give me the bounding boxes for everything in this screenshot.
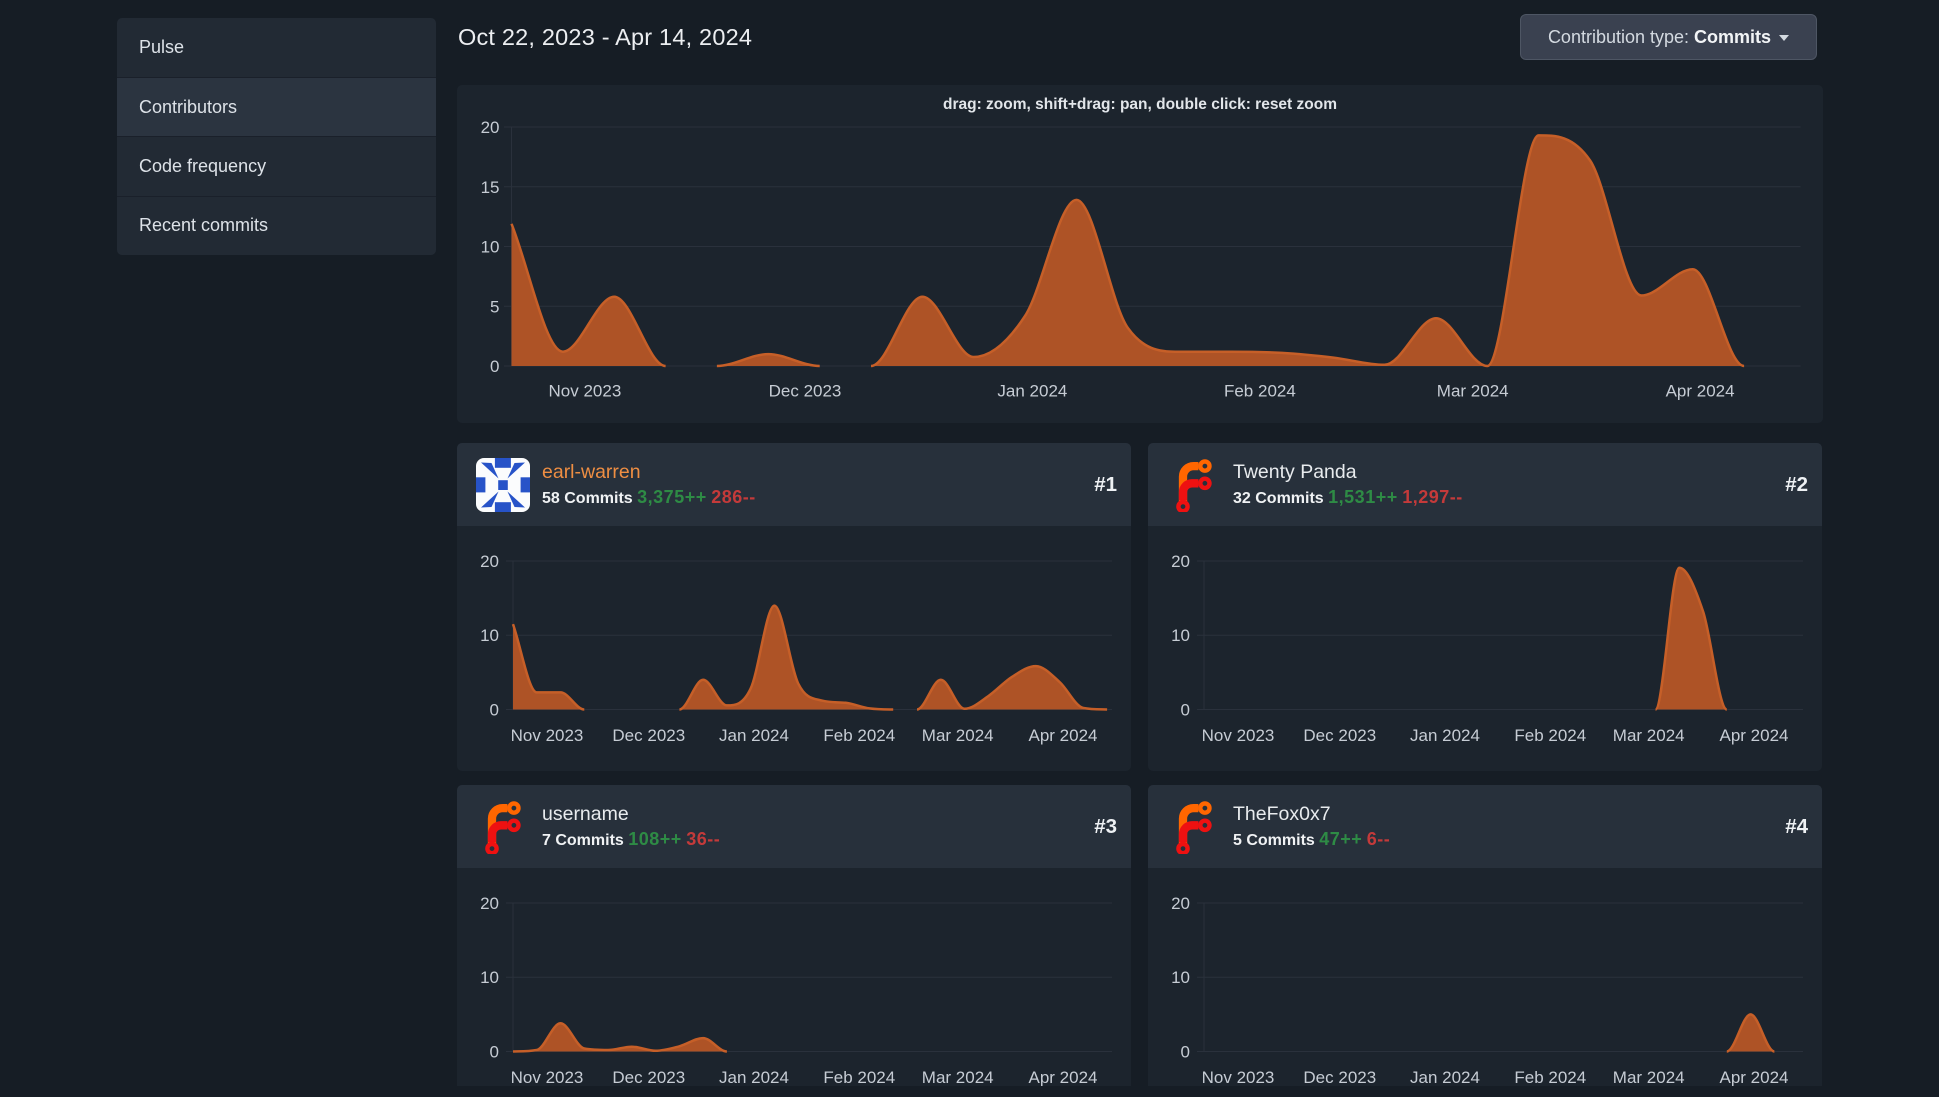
svg-text:15: 15 <box>481 178 500 197</box>
svg-text:10: 10 <box>1171 626 1190 645</box>
svg-text:0: 0 <box>1181 701 1190 720</box>
svg-text:Apr 2024: Apr 2024 <box>1720 1068 1789 1086</box>
svg-text:Jan 2024: Jan 2024 <box>997 382 1067 401</box>
svg-text:10: 10 <box>1171 968 1190 987</box>
svg-text:20: 20 <box>1171 894 1190 913</box>
svg-text:Dec 2023: Dec 2023 <box>1303 1068 1376 1086</box>
svg-text:0: 0 <box>1181 1043 1190 1062</box>
svg-text:20: 20 <box>480 552 499 571</box>
svg-text:Dec 2023: Dec 2023 <box>612 1068 685 1086</box>
svg-text:Feb 2024: Feb 2024 <box>1514 726 1586 745</box>
svg-text:Mar 2024: Mar 2024 <box>1437 382 1509 401</box>
svg-text:Mar 2024: Mar 2024 <box>922 1068 994 1086</box>
svg-text:0: 0 <box>490 1043 499 1062</box>
svg-text:Nov 2023: Nov 2023 <box>511 1068 584 1086</box>
svg-text:Nov 2023: Nov 2023 <box>1202 726 1275 745</box>
svg-text:20: 20 <box>481 118 500 137</box>
svg-text:Nov 2023: Nov 2023 <box>549 382 622 401</box>
svg-text:Apr 2024: Apr 2024 <box>1029 726 1098 745</box>
svg-text:Apr 2024: Apr 2024 <box>1720 726 1789 745</box>
svg-text:Mar 2024: Mar 2024 <box>1613 726 1685 745</box>
svg-text:Nov 2023: Nov 2023 <box>1202 1068 1275 1086</box>
svg-text:Apr 2024: Apr 2024 <box>1029 1068 1098 1086</box>
svg-text:Nov 2023: Nov 2023 <box>511 726 584 745</box>
svg-text:Mar 2024: Mar 2024 <box>1613 1068 1685 1086</box>
svg-text:20: 20 <box>480 894 499 913</box>
svg-text:Jan 2024: Jan 2024 <box>1410 726 1480 745</box>
svg-text:Apr 2024: Apr 2024 <box>1666 382 1735 401</box>
svg-text:Feb 2024: Feb 2024 <box>1514 1068 1586 1086</box>
svg-text:10: 10 <box>480 968 499 987</box>
svg-text:Feb 2024: Feb 2024 <box>1224 382 1296 401</box>
svg-text:Feb 2024: Feb 2024 <box>823 1068 895 1086</box>
svg-text:10: 10 <box>481 238 500 257</box>
svg-text:Dec 2023: Dec 2023 <box>769 382 842 401</box>
svg-text:5: 5 <box>490 297 499 316</box>
svg-text:Mar 2024: Mar 2024 <box>922 726 994 745</box>
svg-text:0: 0 <box>490 357 499 376</box>
svg-text:0: 0 <box>490 701 499 720</box>
svg-text:Feb 2024: Feb 2024 <box>823 726 895 745</box>
svg-text:Jan 2024: Jan 2024 <box>1410 1068 1480 1086</box>
svg-text:10: 10 <box>480 626 499 645</box>
svg-text:Jan 2024: Jan 2024 <box>719 1068 789 1086</box>
svg-text:Dec 2023: Dec 2023 <box>1303 726 1376 745</box>
svg-text:Dec 2023: Dec 2023 <box>612 726 685 745</box>
svg-text:Jan 2024: Jan 2024 <box>719 726 789 745</box>
svg-text:20: 20 <box>1171 552 1190 571</box>
